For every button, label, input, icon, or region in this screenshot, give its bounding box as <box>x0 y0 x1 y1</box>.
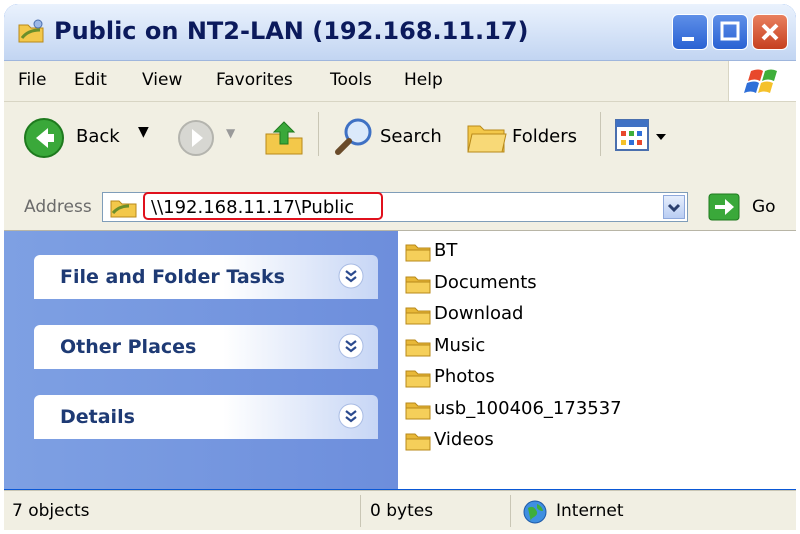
minimize-icon <box>682 37 694 41</box>
address-label: Address <box>24 197 92 217</box>
status-zone: Internet <box>556 501 624 521</box>
folder-icon <box>405 307 431 325</box>
status-size: 0 bytes <box>370 501 434 521</box>
forward-dropdown-icon[interactable]: ▼ <box>226 126 235 140</box>
network-share-icon <box>18 19 44 43</box>
close-button[interactable] <box>752 14 788 50</box>
search-icon[interactable] <box>332 114 376 158</box>
go-arrow-icon[interactable] <box>708 193 740 221</box>
file-name: Music <box>434 334 486 356</box>
address-bar: Address \\192.168.11.17\Public Go <box>4 184 796 231</box>
chevron-double-down-icon[interactable] <box>338 263 364 289</box>
toolbar-separator <box>600 112 601 156</box>
network-share-icon <box>110 200 137 218</box>
menu-help[interactable]: Help <box>404 70 443 90</box>
menu-file[interactable]: File <box>18 70 46 90</box>
window-title: Public on NT2-LAN (192.168.11.17) <box>54 17 529 45</box>
folder-icon <box>405 370 431 388</box>
chevron-double-down-icon[interactable] <box>338 403 364 429</box>
status-bar: 7 objects 0 bytes Internet <box>4 490 796 530</box>
file-name: Download <box>434 303 524 324</box>
menu-bar: File Edit View Favorites Tools Help <box>4 61 796 102</box>
task-details[interactable]: Details <box>34 395 378 439</box>
address-dropdown-button[interactable] <box>663 195 685 219</box>
go-button[interactable]: Go <box>752 197 776 217</box>
windows-logo <box>728 61 796 101</box>
explorer-window: Public on NT2-LAN (192.168.11.17) File E… <box>4 4 796 530</box>
internet-globe-icon <box>523 500 547 524</box>
address-highlight <box>143 192 383 220</box>
up-folder-icon[interactable] <box>262 114 306 158</box>
windows-flag-icon <box>744 69 777 93</box>
back-dropdown-icon[interactable]: ▼ <box>138 124 149 140</box>
task-label: File and Folder Tasks <box>60 266 285 288</box>
maximize-button[interactable] <box>712 14 748 50</box>
status-separator <box>510 495 511 527</box>
folder-icon <box>405 244 431 262</box>
menu-edit[interactable]: Edit <box>74 70 107 90</box>
toolbar-separator <box>318 112 319 156</box>
menu-favorites[interactable]: Favorites <box>216 70 293 90</box>
menu-tools[interactable]: Tools <box>330 70 372 90</box>
file-list: BT Documents Download Music Photos usb_100406… <box>398 231 796 489</box>
minimize-button[interactable] <box>672 14 708 50</box>
back-icon[interactable] <box>22 116 66 160</box>
folders-icon[interactable] <box>464 116 508 156</box>
chevron-double-down-icon[interactable] <box>338 333 364 359</box>
task-label: Other Places <box>60 336 197 358</box>
chevron-down-icon <box>667 203 681 213</box>
task-label: Details <box>60 406 135 428</box>
file-name: Photos <box>434 366 495 387</box>
forward-icon[interactable] <box>176 118 216 158</box>
folder-icon <box>405 433 431 451</box>
menu-view[interactable]: View <box>142 70 182 90</box>
task-file-and-folder[interactable]: File and Folder Tasks <box>34 255 378 299</box>
file-name: Documents <box>434 271 537 293</box>
folders-button[interactable]: Folders <box>512 126 577 147</box>
back-button[interactable]: Back <box>76 126 120 147</box>
file-name: Videos <box>434 429 494 450</box>
maximize-icon <box>720 21 740 41</box>
close-icon <box>761 23 779 41</box>
title-bar[interactable]: Public on NT2-LAN (192.168.11.17) <box>4 4 796 61</box>
address-input[interactable]: \\192.168.11.17\Public <box>102 192 688 222</box>
status-separator <box>360 495 361 527</box>
task-other-places[interactable]: Other Places <box>34 325 378 369</box>
views-icon[interactable] <box>614 118 674 158</box>
status-object-count: 7 objects <box>12 501 90 521</box>
file-name: BT <box>434 240 458 261</box>
search-button[interactable]: Search <box>380 126 442 147</box>
folder-icon <box>405 402 431 419</box>
file-name: usb_100406_173537 <box>434 397 622 419</box>
folder-icon <box>405 339 431 356</box>
task-pane: File and Folder Tasks Other Places Detai… <box>4 231 398 489</box>
folder-icon <box>405 276 431 293</box>
